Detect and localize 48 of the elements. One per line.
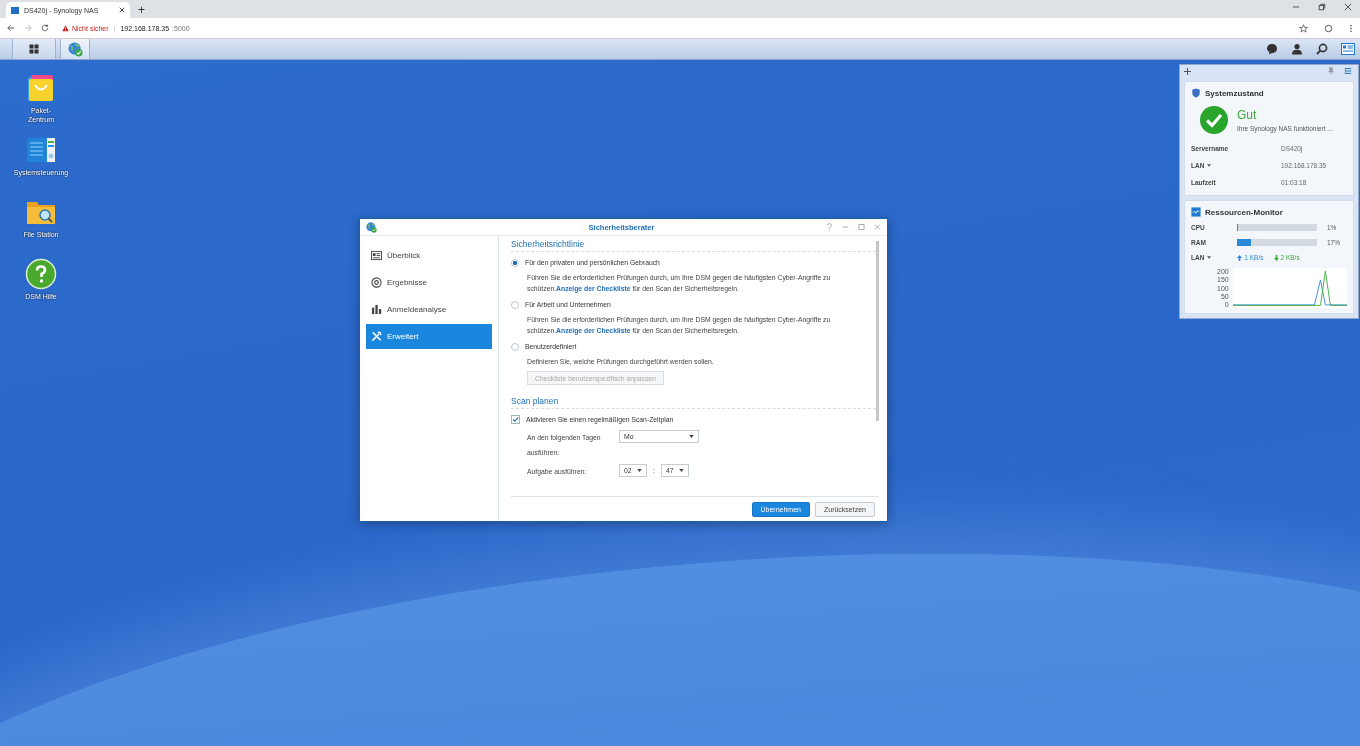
upload-arrow-icon	[1237, 254, 1243, 261]
collapse-panel-icon[interactable]	[1344, 67, 1352, 75]
grid-icon	[29, 44, 39, 54]
radio-button[interactable]	[511, 258, 519, 267]
widget-title: Ressourcen-Monitor	[1205, 207, 1283, 217]
target-icon	[371, 277, 382, 288]
main-menu-button[interactable]	[12, 39, 56, 59]
widget-title: Systemzustand	[1205, 88, 1264, 98]
back-icon[interactable]	[7, 24, 15, 32]
close-icon[interactable]	[1344, 2, 1352, 11]
close-icon[interactable]	[119, 7, 125, 13]
id-card-icon	[371, 250, 382, 261]
check-circle-icon	[1199, 105, 1229, 135]
caret-icon[interactable]	[1207, 164, 1212, 167]
menu-icon[interactable]	[1349, 23, 1353, 33]
caret-icon	[678, 469, 684, 472]
restore-icon[interactable]	[1318, 2, 1326, 11]
reload-icon[interactable]	[41, 24, 49, 32]
radio-button[interactable]	[511, 300, 519, 309]
shield-icon	[1191, 88, 1201, 98]
caret-icon[interactable]	[1207, 256, 1212, 259]
download-arrow-icon	[1273, 254, 1279, 261]
warning-icon	[62, 24, 69, 32]
sidebar-item[interactable]: Anmeldeanalyse	[366, 297, 492, 322]
tools-icon	[371, 331, 382, 342]
widgets-icon[interactable]	[1341, 43, 1355, 55]
scrollbar[interactable]	[876, 241, 879, 421]
sidebar-item[interactable]: Ergebnisse	[366, 270, 492, 295]
chat-bubble-icon[interactable]	[1266, 43, 1278, 55]
globe-check-icon	[67, 41, 83, 57]
star-icon[interactable]	[1299, 23, 1308, 33]
sidebar-item[interactable]: Überblick	[366, 243, 492, 268]
checkbox[interactable]	[511, 415, 520, 424]
sidebar-item[interactable]: Erweitert	[366, 324, 492, 349]
section-title: Sicherheitsrichtlinie	[511, 236, 876, 252]
add-widget-icon[interactable]	[1184, 67, 1191, 75]
user-icon[interactable]	[1291, 43, 1303, 55]
search-icon[interactable]	[1316, 43, 1328, 55]
nas-favicon-icon	[11, 6, 19, 14]
new-tab-button[interactable]: +	[138, 3, 145, 17]
radio-button[interactable]	[511, 342, 519, 351]
caret-icon	[637, 469, 642, 472]
caret-icon	[689, 435, 694, 438]
globe-check-icon	[366, 221, 377, 233]
status-text: Gut	[1237, 108, 1258, 122]
taskbar-app-button[interactable]	[60, 39, 90, 59]
bar-chart-icon	[371, 304, 382, 315]
monitor-icon	[1191, 207, 1201, 217]
